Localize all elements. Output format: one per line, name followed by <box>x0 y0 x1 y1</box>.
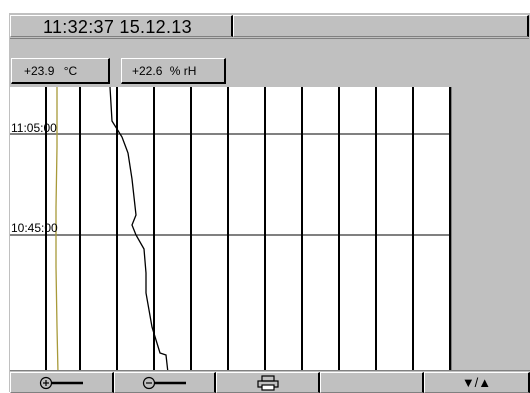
reading-humidity-unit: % rH <box>169 64 197 78</box>
print-button[interactable] <box>216 372 320 393</box>
trend-chart[interactable]: 11:05:00 10:45:00 <box>10 87 451 373</box>
reading-temperature-unit: °C <box>63 64 78 78</box>
bottom-toolbar: ▼/▲ <box>10 370 530 393</box>
title-bar-empty <box>233 15 529 37</box>
time-label: 11:05:00 <box>11 121 57 135</box>
trend-chart-svg <box>10 87 451 373</box>
scroll-direction-label: ▼/▲ <box>461 375 492 390</box>
blank-button[interactable] <box>320 372 424 393</box>
reading-humidity[interactable]: +22.6 % rH <box>121 58 226 84</box>
clock-display: 11:32:37 15.12.13 <box>10 15 233 37</box>
trend-series-line <box>109 87 169 373</box>
zoom-in-button[interactable] <box>10 372 114 393</box>
reading-temperature[interactable]: +23.9 °C <box>11 58 110 84</box>
zoom-in-icon <box>39 376 83 389</box>
print-icon <box>256 374 279 391</box>
right-panel <box>451 87 530 373</box>
reading-temperature-value: +23.9 <box>24 64 55 78</box>
scroll-direction-button[interactable]: ▼/▲ <box>424 372 530 393</box>
reading-humidity-value: +22.6 <box>132 64 163 78</box>
zoom-out-icon <box>142 376 186 389</box>
zoom-out-button[interactable] <box>114 372 216 393</box>
time-label: 10:45:00 <box>11 221 58 235</box>
title-bar: 11:32:37 15.12.13 <box>10 14 529 39</box>
